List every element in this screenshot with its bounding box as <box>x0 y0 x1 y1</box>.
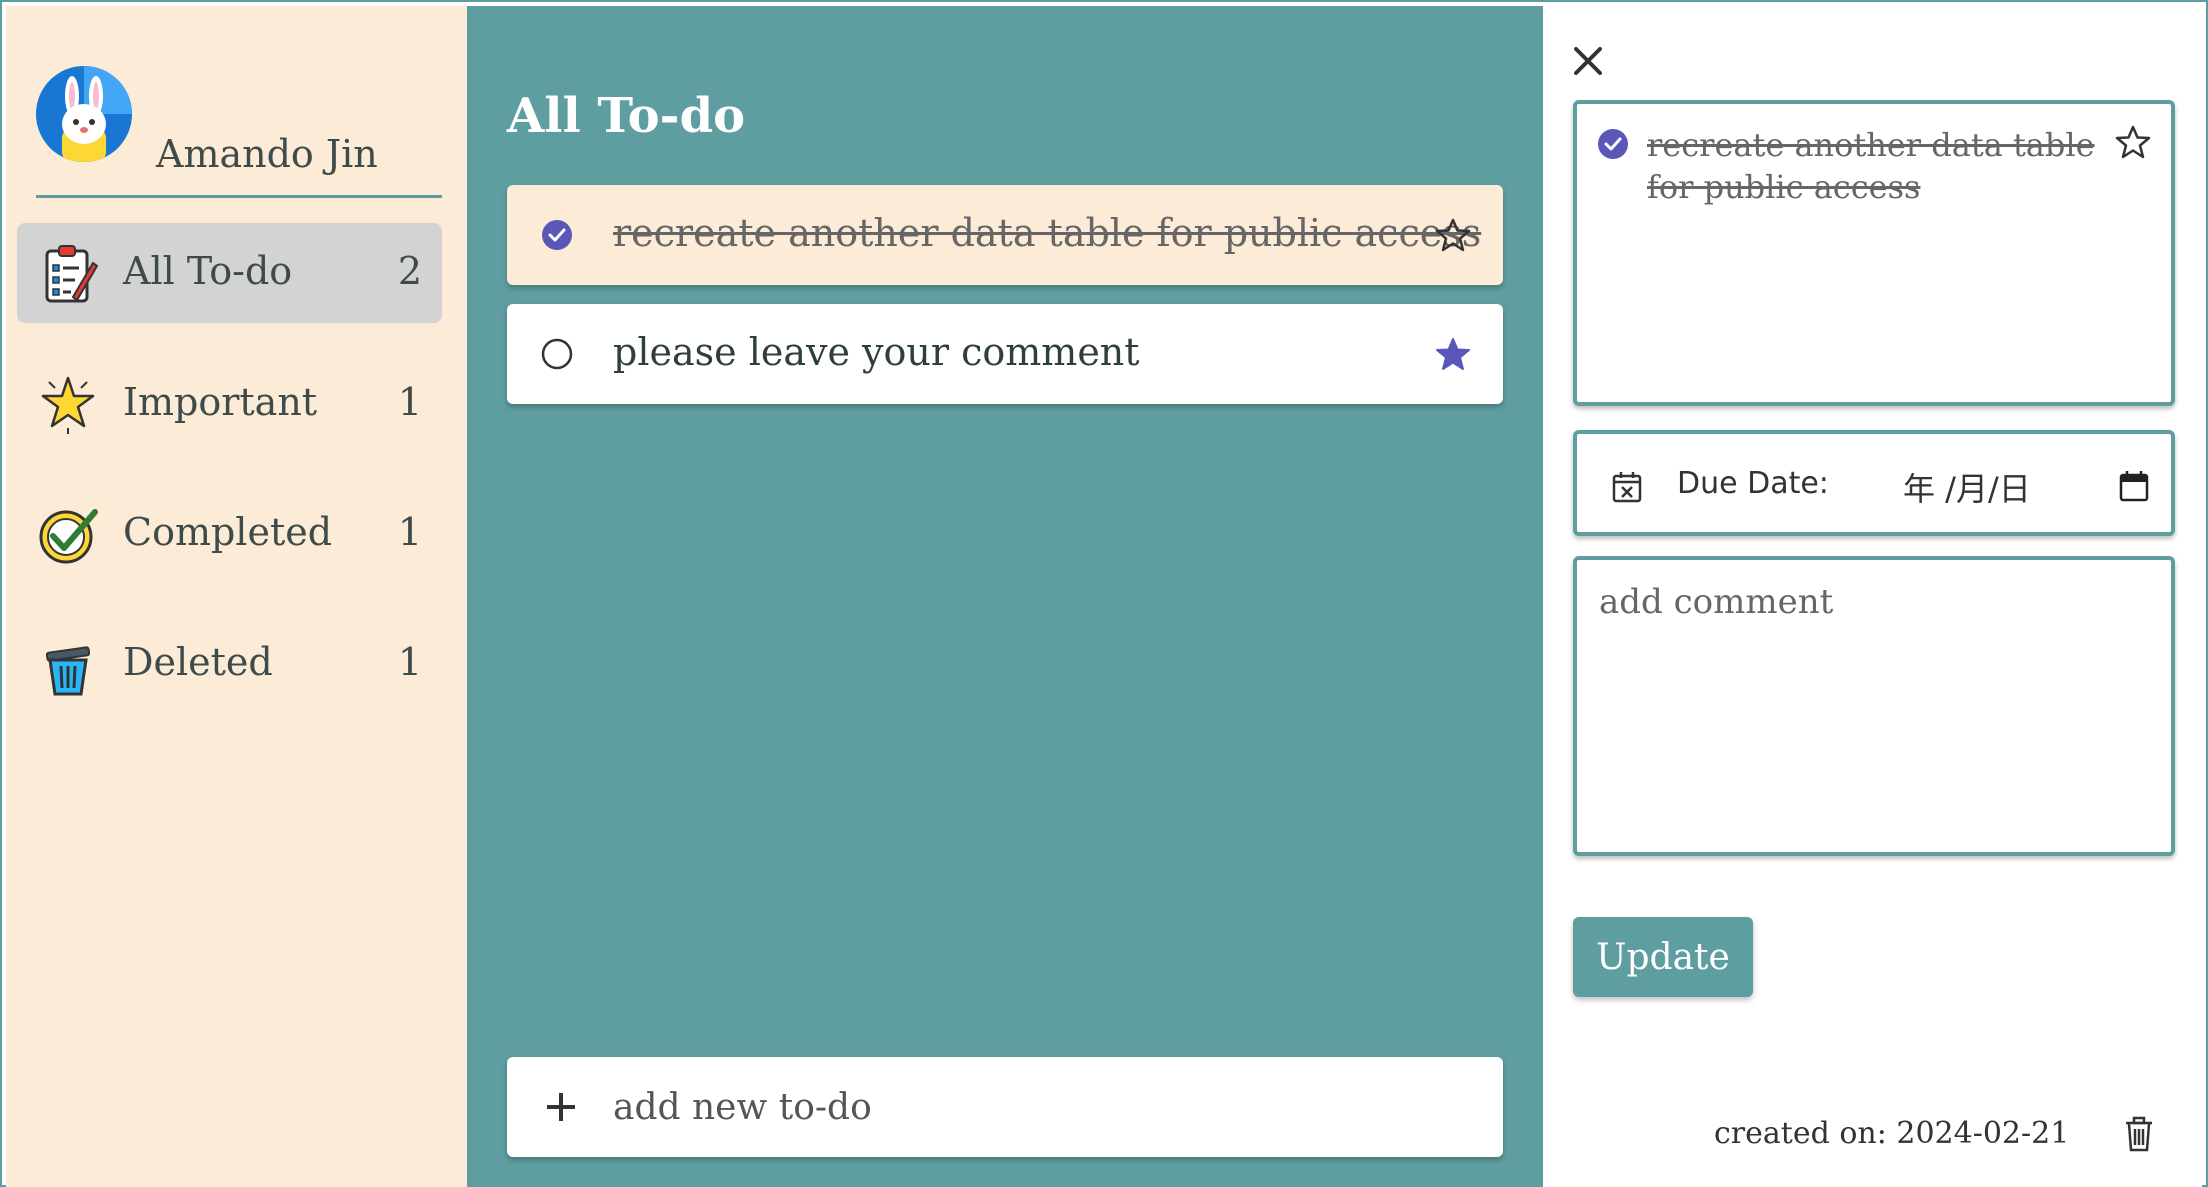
task-detail-card: recreate another data table for public a… <box>1573 100 2175 406</box>
star-outline-icon[interactable] <box>1435 217 1471 253</box>
sidebar-item-deleted[interactable]: Deleted 1 <box>17 614 442 714</box>
star-burst-icon <box>37 374 99 436</box>
calendar-x-icon <box>1611 470 1643 504</box>
user-name: Amando Jin <box>156 132 378 176</box>
page-title: All To-do <box>507 88 746 144</box>
comment-card <box>1573 556 2175 856</box>
plus-icon[interactable] <box>541 1087 581 1127</box>
star-filled-icon[interactable] <box>1435 336 1471 372</box>
due-date-label: Due Date: <box>1677 466 1829 501</box>
calendar-icon[interactable] <box>2119 470 2149 502</box>
sidebar-item-label: Completed <box>123 510 333 554</box>
update-button[interactable]: Update <box>1573 917 1753 997</box>
due-date-card: Due Date: 年 /月/日 <box>1573 430 2175 536</box>
sidebar-item-all-todo[interactable]: All To-do 2 <box>17 223 442 323</box>
avatar[interactable] <box>36 66 132 162</box>
sidebar-item-count: 1 <box>397 640 422 684</box>
sidebar-item-count: 1 <box>397 380 422 424</box>
empty-circle-icon[interactable] <box>541 338 573 370</box>
comment-textarea[interactable] <box>1577 560 2171 852</box>
main-panel: All To-do recreate another data table fo… <box>467 6 1543 1187</box>
checked-circle-icon[interactable] <box>1597 128 1629 160</box>
star-outline-icon[interactable] <box>2115 124 2151 160</box>
created-on-text: created on: 2024-02-21 <box>1714 1116 2070 1151</box>
bunny-avatar-icon <box>36 66 132 162</box>
sidebar-item-label: All To-do <box>123 249 293 293</box>
sidebar-item-count: 2 <box>397 249 422 293</box>
trash-can-icon <box>37 634 99 696</box>
task-title[interactable]: recreate another data table for public a… <box>1647 124 2097 208</box>
trash-icon[interactable] <box>2124 1116 2154 1152</box>
detail-panel: recreate another data table for public a… <box>1543 6 2202 1187</box>
sidebar-item-count: 1 <box>397 510 422 554</box>
sidebar-item-label: Important <box>123 380 318 424</box>
todo-text: recreate another data table for public a… <box>613 211 1482 255</box>
sidebar-item-completed[interactable]: Completed 1 <box>17 484 442 584</box>
sidebar-item-important[interactable]: Important 1 <box>17 354 442 454</box>
sidebar: Amando Jin All To-do 2 Important 1 Compl… <box>6 6 467 1187</box>
todo-item[interactable]: please leave your comment <box>507 304 1503 404</box>
due-date-input[interactable]: 年 /月/日 <box>1903 464 2031 510</box>
add-todo-bar <box>507 1057 1503 1157</box>
add-todo-input[interactable] <box>613 1077 1463 1137</box>
todo-item[interactable]: recreate another data table for public a… <box>507 185 1503 285</box>
todo-text: please leave your comment <box>613 330 1140 374</box>
clipboard-icon <box>37 243 99 305</box>
checkmark-circle-icon <box>37 504 99 566</box>
sidebar-item-label: Deleted <box>123 640 273 684</box>
checked-circle-icon[interactable] <box>541 219 573 251</box>
close-icon[interactable] <box>1571 44 1605 78</box>
user-profile: Amando Jin <box>36 66 442 198</box>
